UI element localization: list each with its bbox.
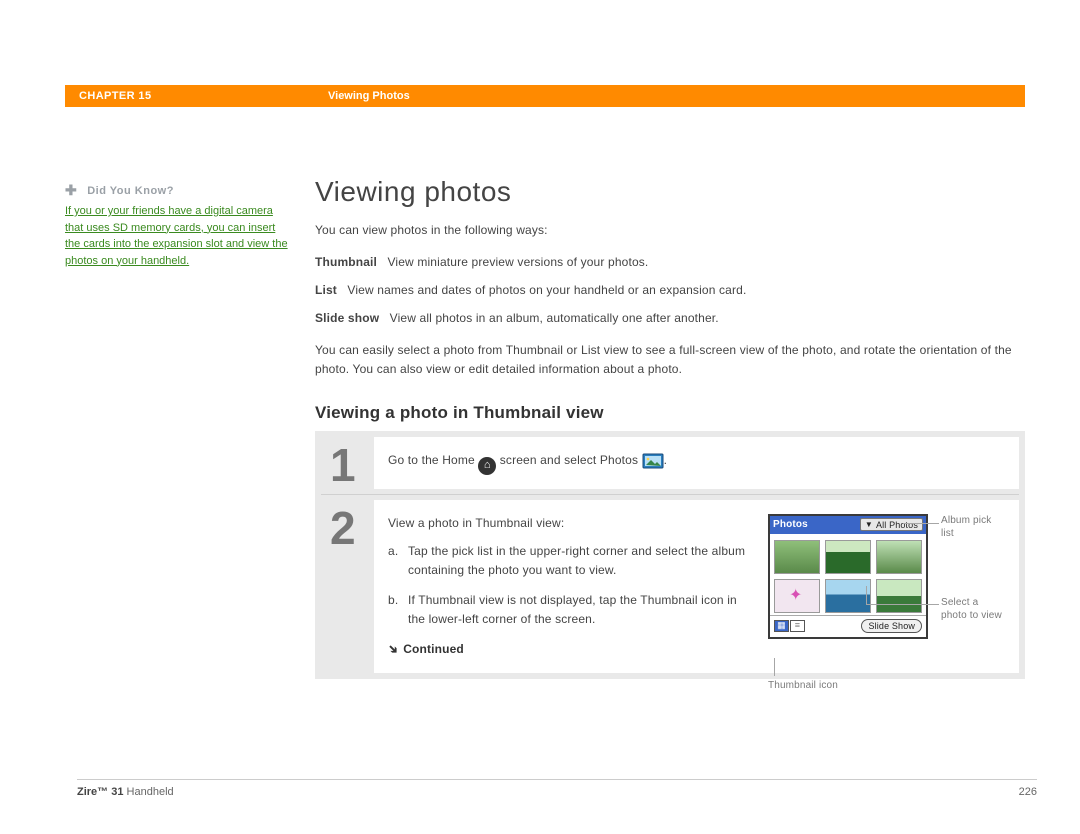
sidebar: ✚ Did You Know? If you or your friends h… xyxy=(65,182,315,679)
intro-paragraph: You can view photos in the following way… xyxy=(315,221,1025,240)
callout-thumbnail-icon: Thumbnail icon xyxy=(768,679,838,692)
steps-container: 1 Go to the Home ⌂ screen and select Pho… xyxy=(315,431,1025,679)
continued-label: ➔Continued xyxy=(388,640,750,659)
def-list: List View names and dates of photos on y… xyxy=(315,281,1025,300)
did-you-know-text[interactable]: If you or your friends have a digital ca… xyxy=(65,203,291,269)
callout-picklist: Album pick list xyxy=(941,514,1003,540)
photo-thumbnail[interactable] xyxy=(774,540,820,574)
album-picklist-value: All Photos xyxy=(876,519,918,531)
step-2b: b. If Thumbnail view is not displayed, ta… xyxy=(388,591,750,629)
photo-thumbnail[interactable] xyxy=(876,540,922,574)
page-footer: Zire™ 31 Handheld 226 xyxy=(77,779,1037,798)
chapter-header: CHAPTER 15 Viewing Photos xyxy=(65,85,1025,107)
step-1-text-c: . xyxy=(664,453,667,467)
slideshow-button[interactable]: Slide Show xyxy=(861,619,922,633)
def-thumbnail-val: View miniature preview versions of your … xyxy=(387,255,648,269)
photos-app-icon xyxy=(642,451,664,469)
step-1-number: 1 xyxy=(316,432,374,494)
photo-thumbnail[interactable] xyxy=(774,579,820,613)
product-name: Zire™ 31 Handheld xyxy=(77,786,174,798)
triangle-down-icon: ▼ xyxy=(865,519,873,531)
page-number: 226 xyxy=(1019,786,1037,798)
step-2: 2 View a photo in Thumbnail view: a. Tap … xyxy=(316,495,1024,678)
photo-thumbnail[interactable] xyxy=(876,579,922,613)
section-title: Viewing Photos xyxy=(328,90,410,102)
continued-arrow-icon: ➔ xyxy=(383,639,404,660)
def-slideshow: Slide show View all photos in an album, … xyxy=(315,309,1025,328)
step-1-content: Go to the Home ⌂ screen and select Photo… xyxy=(374,437,1019,489)
step-2b-text: If Thumbnail view is not displayed, tap … xyxy=(408,593,737,626)
callout-line xyxy=(774,658,775,676)
step-2a-text: Tap the pick list in the upper-right cor… xyxy=(408,544,745,577)
shot-titlebar: Photos ▼All Photos xyxy=(770,516,926,534)
step-2-content: View a photo in Thumbnail view: a. Tap th… xyxy=(374,500,1019,673)
step-1-text-a: Go to the Home xyxy=(388,453,475,467)
paragraph-2: You can easily select a photo from Thumb… xyxy=(315,341,1025,379)
step-2b-marker: b. xyxy=(388,591,398,610)
step-1-text-b: screen and select Photos xyxy=(500,453,638,467)
step-1: 1 Go to the Home ⌂ screen and select Pho… xyxy=(316,432,1024,494)
callout-select: Select a photo to view xyxy=(941,596,1003,622)
photo-thumbnail[interactable] xyxy=(825,540,871,574)
def-thumbnail: Thumbnail View miniature preview version… xyxy=(315,253,1025,272)
def-list-key: List xyxy=(315,283,337,297)
continued-text: Continued xyxy=(403,642,464,656)
step-2-number: 2 xyxy=(316,495,374,678)
callout-line xyxy=(903,523,939,524)
chapter-label: CHAPTER 15 xyxy=(65,90,328,102)
did-you-know-title: Did You Know? xyxy=(87,185,174,197)
shot-title: Photos xyxy=(773,515,808,534)
plus-icon: ✚ xyxy=(65,182,77,199)
app-screenshot: Photos ▼All Photos xyxy=(768,514,928,639)
step-2-lead: View a photo in Thumbnail view: xyxy=(388,514,750,533)
callout-line xyxy=(866,604,939,605)
product-name-bold: Zire™ 31 xyxy=(77,786,123,798)
product-name-light: Handheld xyxy=(127,786,174,798)
album-picklist[interactable]: ▼All Photos xyxy=(860,518,923,531)
photo-thumbnail[interactable] xyxy=(825,579,871,613)
thumbnail-view-icon[interactable]: ▦ xyxy=(774,620,789,632)
shot-footer: ▦ ≡ Slide Show xyxy=(770,615,926,637)
list-view-icon[interactable]: ≡ xyxy=(790,620,805,632)
page-heading: Viewing photos xyxy=(315,176,1025,208)
subsection-heading: Viewing a photo in Thumbnail view xyxy=(315,403,1025,423)
main-content: Viewing photos You can view photos in th… xyxy=(315,182,1025,679)
def-thumbnail-key: Thumbnail xyxy=(315,255,377,269)
def-slideshow-key: Slide show xyxy=(315,311,379,325)
def-list-val: View names and dates of photos on your h… xyxy=(347,283,746,297)
screenshot-wrapper: Photos ▼All Photos xyxy=(768,514,1003,659)
home-icon: ⌂ xyxy=(478,457,496,475)
def-slideshow-val: View all photos in an album, automatical… xyxy=(390,311,719,325)
step-2a: a. Tap the pick list in the upper-right c… xyxy=(388,542,750,580)
thumbnail-grid xyxy=(770,534,926,615)
step-2a-marker: a. xyxy=(388,542,398,561)
callout-line xyxy=(866,586,867,604)
